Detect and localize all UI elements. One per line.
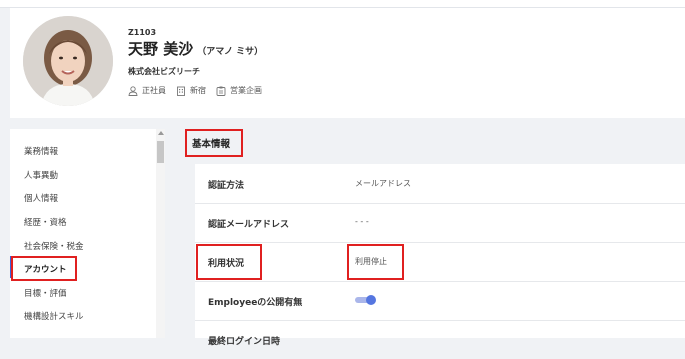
- info-row-employee-visibility: Employeeの公開有無: [195, 281, 685, 321]
- badge-icon: [216, 86, 226, 96]
- sidebar-item-insurance-tax[interactable]: 社会保険・税金: [24, 240, 84, 252]
- sidebar-item-account[interactable]: アカウント: [24, 263, 67, 275]
- sidebar-item-personal-info[interactable]: 個人情報: [24, 192, 58, 204]
- sidebar-item-work-info[interactable]: 業務情報: [24, 145, 58, 157]
- employment-type: 正社員: [128, 85, 166, 96]
- building-icon: [177, 86, 185, 96]
- info-row-usage-status: 利用状況 利用停止: [195, 242, 685, 282]
- section-title: 基本情報: [192, 139, 231, 150]
- info-label: 利用状況: [208, 259, 245, 269]
- work-location-label: 新宿: [190, 86, 206, 95]
- sidebar-item-goals[interactable]: 目標・評価: [24, 287, 67, 299]
- info-label: 認証メールアドレス: [208, 220, 290, 230]
- department: 営業企画: [216, 85, 262, 96]
- info-value: 利用停止: [355, 257, 387, 266]
- info-row-auth-email: 認証メールアドレス - - -: [195, 203, 685, 243]
- employment-type-label: 正社員: [142, 86, 166, 95]
- employee-name-row: 天野 美沙 （アマノ ミサ）: [128, 38, 263, 59]
- employee-id: Z1103: [128, 28, 157, 37]
- employee-name: 天野 美沙: [128, 40, 194, 58]
- employee-kana: （アマノ ミサ）: [197, 47, 264, 57]
- info-value: メールアドレス: [355, 179, 411, 188]
- active-indicator: [10, 256, 13, 278]
- scroll-thumb[interactable]: [157, 141, 164, 163]
- top-bar: [0, 0, 685, 7]
- sidebar-scrollbar[interactable]: [156, 129, 165, 338]
- scroll-up-icon[interactable]: [158, 131, 164, 135]
- info-label: Employeeの公開有無: [208, 298, 303, 308]
- work-location: 新宿: [176, 85, 206, 96]
- visibility-toggle[interactable]: [355, 294, 377, 306]
- person-icon: [128, 85, 138, 96]
- info-row-last-login: 最終ログイン日時: [195, 320, 685, 359]
- sidebar-item-career[interactable]: 経歴・資格: [24, 216, 67, 228]
- profile-card: Z1103 天野 美沙 （アマノ ミサ） 株式会社ビズリーチ 正社員 新宿 営業…: [10, 8, 685, 118]
- sidebar-item-mechanical-skill[interactable]: 機構設計スキル: [24, 310, 84, 322]
- basic-info-panel: 認証方法 メールアドレス 認証メールアドレス - - - 利用状況 利用停止 E…: [195, 164, 685, 347]
- sidebar-item-transfer[interactable]: 人事異動: [24, 169, 58, 181]
- toggle-knob: [366, 295, 376, 305]
- department-label: 営業企画: [230, 86, 262, 95]
- company-name: 株式会社ビズリーチ: [128, 67, 200, 76]
- info-label: 認証方法: [208, 181, 245, 191]
- sidebar: 業務情報 人事異動 個人情報 経歴・資格 社会保険・税金 アカウント 目標・評価…: [10, 129, 165, 338]
- info-row-auth-method: 認証方法 メールアドレス: [195, 164, 685, 204]
- avatar: [23, 16, 113, 106]
- profile-meta: 正社員 新宿 営業企画: [128, 85, 272, 96]
- info-value: - - -: [355, 217, 369, 226]
- info-label: 最終ログイン日時: [208, 337, 281, 347]
